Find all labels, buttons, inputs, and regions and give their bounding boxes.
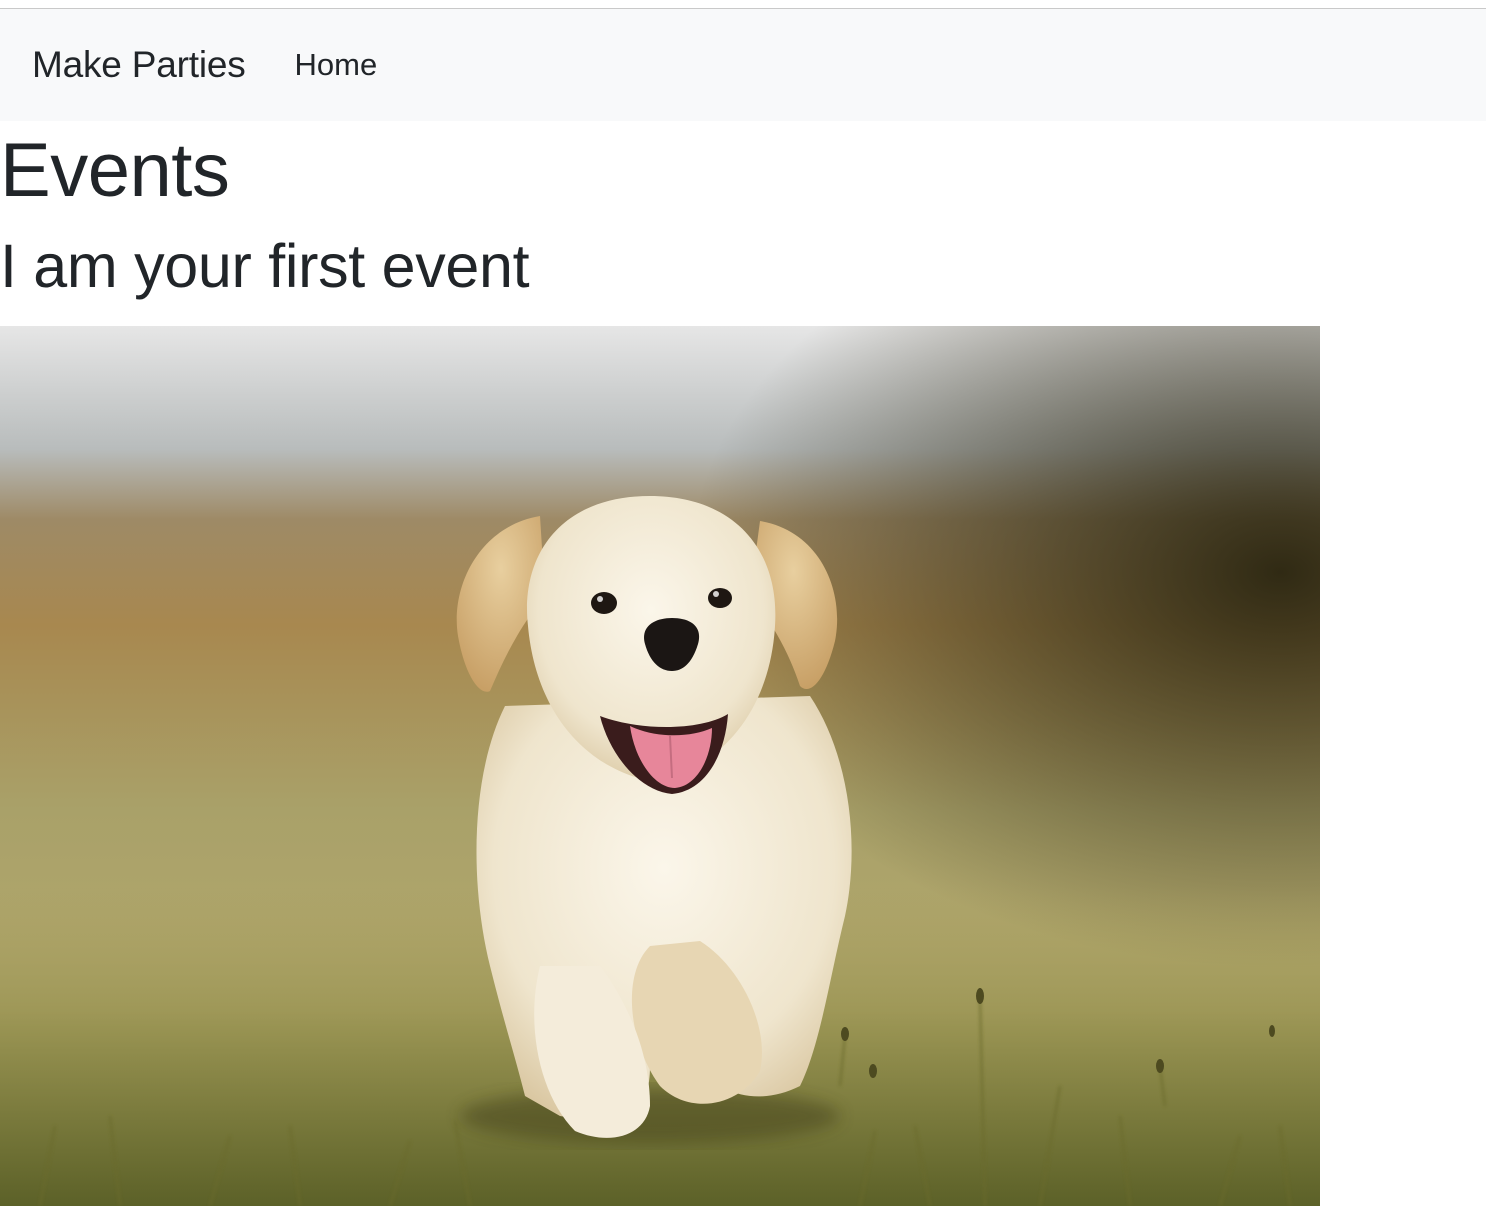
page-title: Events	[0, 128, 230, 213]
nav-link-home[interactable]: Home	[295, 47, 378, 83]
main-content: Events I am your first event	[0, 121, 1486, 1206]
event-image-puppy	[0, 326, 1320, 1206]
browser-top-divider	[0, 0, 1486, 9]
event-card: I am your first event	[0, 223, 1486, 1206]
event-title: I am your first event	[0, 232, 530, 300]
brand-link[interactable]: Make Parties	[32, 44, 246, 86]
navbar: Make Parties Home	[0, 9, 1486, 121]
puppy-photo-graphic	[0, 326, 1320, 1206]
